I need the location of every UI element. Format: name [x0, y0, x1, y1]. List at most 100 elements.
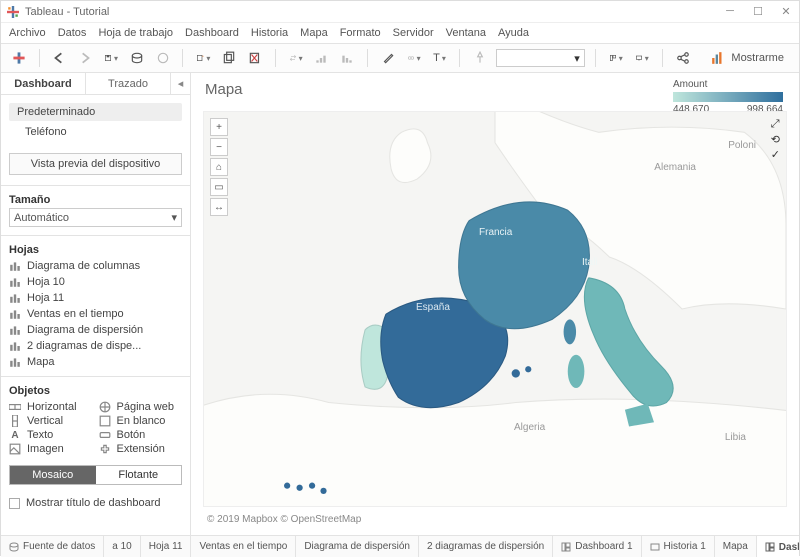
duplicate-button[interactable] — [219, 48, 239, 68]
map-keep-button[interactable]: ✓ — [771, 148, 780, 161]
tab-data-source[interactable]: Fuente de datos — [1, 536, 104, 557]
obj-button[interactable]: Botón — [99, 429, 183, 441]
menu-formato[interactable]: Formato — [340, 27, 381, 39]
obj-vertical[interactable]: Vertical — [9, 415, 93, 427]
sheet-item[interactable]: Diagrama de columnas — [7, 258, 184, 274]
new-data-button[interactable] — [127, 48, 147, 68]
vertical-icon — [9, 415, 21, 427]
tab-sheet[interactable]: Ventas en el tiempo — [191, 536, 296, 557]
tab-dashboard-active[interactable]: Dashboard 2 — [757, 535, 799, 557]
tab-sheet[interactable]: Hoja 11 — [141, 536, 192, 557]
blank-icon — [99, 415, 111, 427]
clear-button[interactable] — [245, 48, 265, 68]
minimize-button[interactable]: ─ — [723, 5, 737, 18]
zoom-home-button[interactable]: ⌂ — [210, 158, 228, 176]
color-legend[interactable]: Amount 448.670 998.664 — [673, 79, 783, 115]
dashboard-canvas[interactable]: Mapa Amount 448.670 998.664 — [191, 73, 799, 535]
showme-icon — [711, 51, 725, 65]
seg-floating[interactable]: Flotante — [96, 466, 182, 484]
forward-button[interactable] — [75, 48, 95, 68]
tab-sheet[interactable]: Mapa — [715, 536, 757, 557]
obj-horizontal[interactable]: Horizontal — [9, 401, 93, 413]
menu-archivo[interactable]: Archivo — [9, 27, 46, 39]
show-title-label: Mostrar título de dashboard — [26, 497, 161, 509]
tab-dashboard[interactable]: Dashboard 1 — [553, 536, 641, 557]
sort-desc-button[interactable] — [337, 48, 357, 68]
map-view[interactable]: Poloni Alemania Francia Itali España Alg… — [203, 111, 787, 507]
map-reset-button[interactable]: ⟲ — [771, 133, 780, 146]
cards-button[interactable]: ▾ — [606, 48, 626, 68]
device-phone[interactable]: Teléfono — [9, 123, 182, 141]
pan-button[interactable]: ↔ — [210, 198, 228, 216]
show-me-button[interactable]: Mostrarme — [704, 48, 791, 68]
lp-tab-dashboard[interactable]: Dashboard — [1, 73, 85, 95]
menu-ayuda[interactable]: Ayuda — [498, 27, 529, 39]
save-button[interactable]: ▾ — [101, 48, 121, 68]
lp-collapse-button[interactable]: ◂ — [170, 73, 190, 95]
zoom-area-button[interactable]: ▭ — [210, 178, 228, 196]
tab-sheet[interactable]: Diagrama de dispersión — [296, 536, 419, 557]
back-button[interactable] — [50, 48, 70, 68]
menu-historia[interactable]: Historia — [251, 27, 288, 39]
device-preview-button[interactable]: Vista previa del dispositivo — [9, 153, 182, 175]
presentation-button[interactable]: ▾ — [632, 48, 652, 68]
obj-text[interactable]: ATexto — [9, 429, 93, 441]
menu-dashboard[interactable]: Dashboard — [185, 27, 239, 39]
new-sheet-button[interactable]: +▾ — [193, 48, 213, 68]
obj-extension[interactable]: Extensión — [99, 443, 183, 455]
sheet-title: Mapa — [205, 81, 243, 98]
zoom-out-button[interactable]: − — [210, 138, 228, 156]
lp-tab-layout[interactable]: Trazado — [85, 73, 170, 95]
content-area: Dashboard Trazado ◂ Predeterminado Teléf… — [1, 73, 799, 535]
menu-servidor[interactable]: Servidor — [393, 27, 434, 39]
checkbox-icon[interactable] — [9, 498, 20, 509]
sheet-item[interactable]: Hoja 10 — [7, 274, 184, 290]
maximize-button[interactable]: ☐ — [751, 5, 765, 18]
swap-button[interactable]: ▾ — [286, 48, 306, 68]
tab-sheet[interactable]: a 10 — [104, 536, 140, 557]
labels-button[interactable]: T▾ — [430, 48, 450, 68]
objects-section-title: Objetos — [1, 379, 190, 399]
share-button[interactable] — [673, 48, 693, 68]
button-icon — [99, 429, 111, 441]
sheet-item[interactable]: 2 diagramas de dispe... — [7, 338, 184, 354]
menu-datos[interactable]: Datos — [58, 27, 87, 39]
obj-image[interactable]: Imagen — [9, 443, 93, 455]
close-button[interactable]: ✕ — [779, 5, 793, 18]
horizontal-icon — [9, 401, 21, 413]
obj-blank[interactable]: En blanco — [99, 415, 183, 427]
tableau-icon[interactable] — [9, 48, 29, 68]
sheet-item[interactable]: Hoja 11 — [7, 290, 184, 306]
group-button[interactable]: ▾ — [404, 48, 424, 68]
show-me-label: Mostrarme — [731, 52, 784, 64]
size-dropdown[interactable]: Automático ▾ — [9, 208, 182, 227]
tab-story[interactable]: Historia 1 — [642, 536, 715, 557]
map-expand-button[interactable]: ⤢ — [771, 118, 780, 131]
show-title-checkbox-row[interactable]: Mostrar título de dashboard — [1, 493, 190, 517]
menu-hoja[interactable]: Hoja de trabajo — [98, 27, 173, 39]
chevron-down-icon: ▾ — [171, 211, 177, 224]
pause-button[interactable] — [153, 48, 173, 68]
size-value: Automático — [14, 212, 69, 224]
zoom-in-button[interactable]: + — [210, 118, 228, 136]
sheet-item[interactable]: Diagrama de dispersión — [7, 322, 184, 338]
tab-sheet[interactable]: 2 diagramas de dispersión — [419, 536, 553, 557]
highlight-button[interactable] — [378, 48, 398, 68]
label-espana: España — [416, 302, 450, 313]
tableau-logo-icon — [7, 6, 19, 18]
sheet-tabs-bar: Fuente de datos a 10 Hoja 11 Ventas en e… — [1, 535, 799, 557]
obj-webpage[interactable]: Página web — [99, 401, 183, 413]
sheet-icon — [9, 356, 21, 368]
seg-tiled[interactable]: Mosaico — [10, 466, 96, 484]
sort-asc-button[interactable] — [312, 48, 332, 68]
svg-text:+: + — [202, 54, 204, 58]
sheet-icon — [9, 276, 21, 288]
menu-ventana[interactable]: Ventana — [446, 27, 486, 39]
device-default[interactable]: Predeterminado — [9, 103, 182, 121]
sheet-item[interactable]: Ventas en el tiempo — [7, 306, 184, 322]
fit-dropdown[interactable]: ▾ — [496, 49, 585, 67]
tiled-floating-toggle[interactable]: Mosaico Flotante — [9, 465, 182, 485]
menu-mapa[interactable]: Mapa — [300, 27, 328, 39]
pin-button[interactable] — [470, 48, 490, 68]
sheet-item[interactable]: Mapa — [7, 354, 184, 370]
